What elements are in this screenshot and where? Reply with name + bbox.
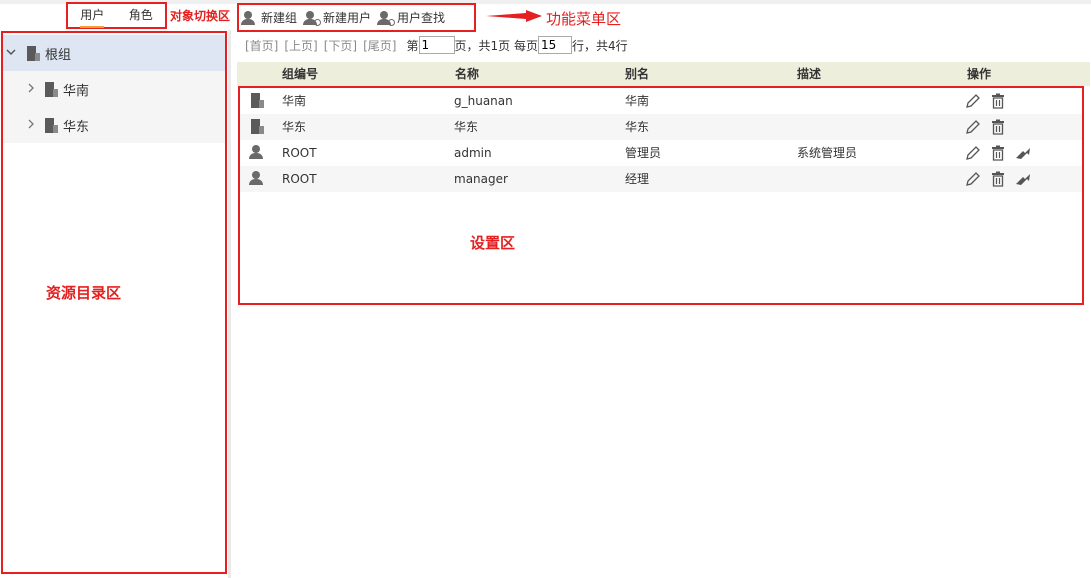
chevron-right-icon[interactable] xyxy=(23,83,39,96)
cell-name: manager xyxy=(454,172,508,186)
tree-item-huadong[interactable]: 华东 xyxy=(3,107,225,143)
delete-icon[interactable] xyxy=(990,171,1006,187)
user-add-icon xyxy=(303,10,322,26)
group-add-icon xyxy=(241,10,255,25)
table-row[interactable]: ROOT admin 管理员 系统管理员 xyxy=(240,140,1082,166)
find-user-button[interactable]: 用户查找 xyxy=(377,9,445,26)
edit-icon[interactable] xyxy=(965,93,981,109)
delete-icon[interactable] xyxy=(990,93,1006,109)
column-header-desc: 描述 xyxy=(797,67,822,81)
delete-icon[interactable] xyxy=(990,145,1006,161)
prev-page-link[interactable]: [上页] xyxy=(284,37,317,54)
annotation-toolbar-area: 功能菜单区 xyxy=(546,10,622,28)
first-page-link[interactable]: [首页] xyxy=(245,37,278,54)
cell-name: g_huanan xyxy=(454,94,513,108)
tree-item-label: 华东 xyxy=(63,119,90,135)
pagination-bar: [首页] [上页] [下页] [尾页] 第 页，共1页 每页 行，共4行 xyxy=(245,35,628,55)
column-header-alias: 别名 xyxy=(625,67,650,81)
tab-role[interactable]: 角色 xyxy=(117,4,166,27)
cell-alias: 经理 xyxy=(625,172,650,186)
edit-icon[interactable] xyxy=(965,171,981,187)
page-number-input[interactable] xyxy=(418,36,455,54)
delete-icon[interactable] xyxy=(990,119,1006,135)
cell-group-id: ROOT xyxy=(282,172,317,186)
user-icon xyxy=(249,171,263,185)
new-group-button[interactable]: 新建组 xyxy=(241,9,297,26)
per-page-input[interactable] xyxy=(537,36,572,54)
column-header-name: 名称 xyxy=(455,67,480,81)
group-icon xyxy=(27,45,40,61)
cell-group-id: 华东 xyxy=(282,120,307,134)
chevron-right-icon[interactable] xyxy=(23,119,39,132)
column-header-group-id: 组编号 xyxy=(282,67,319,81)
total-info: 行，共4行 xyxy=(571,38,628,53)
cell-alias: 管理员 xyxy=(625,146,662,160)
page-prefix: 第 xyxy=(406,38,419,53)
tree-item-huanan[interactable]: 华南 xyxy=(3,71,225,107)
assign-role-icon[interactable] xyxy=(1015,145,1031,161)
cell-group-id: 华南 xyxy=(282,94,307,108)
annotation-tab-area: 对象切换区 xyxy=(170,9,231,23)
user-search-icon xyxy=(377,10,396,26)
function-toolbar: 新建组 新建用户 用户查找 xyxy=(237,3,476,32)
annotation-sidebar-area: 资源目录区 xyxy=(46,284,122,302)
tab-user[interactable]: 用户 xyxy=(68,4,117,28)
object-switch-tabs: 用户 角色 xyxy=(66,2,167,29)
annotation-settings-area: 设置区 xyxy=(470,234,516,252)
cell-alias: 华南 xyxy=(625,94,650,108)
tree-item-root[interactable]: 根组 xyxy=(3,35,225,71)
group-icon xyxy=(251,93,264,108)
cell-name: 华东 xyxy=(454,120,479,134)
chevron-down-icon[interactable] xyxy=(3,47,19,60)
page-info: 页，共1页 每页 xyxy=(454,38,538,53)
cell-group-id: ROOT xyxy=(282,146,317,160)
group-icon xyxy=(45,117,58,133)
table-header: 组编号 名称 别名 描述 操作 xyxy=(237,62,1090,86)
table-row[interactable]: ROOT manager 经理 xyxy=(240,166,1082,192)
assign-role-icon[interactable] xyxy=(1015,171,1031,187)
last-page-link[interactable]: [尾页] xyxy=(363,37,396,54)
next-page-link[interactable]: [下页] xyxy=(324,37,357,54)
edit-icon[interactable] xyxy=(965,119,981,135)
cell-name: admin xyxy=(454,146,492,160)
annotation-arrow-icon xyxy=(486,10,542,22)
table-row[interactable]: 华南 g_huanan 华南 xyxy=(240,88,1082,114)
tree-item-label: 华南 xyxy=(63,83,90,99)
edit-icon[interactable] xyxy=(965,145,981,161)
user-icon xyxy=(249,145,263,159)
column-header-ops: 操作 xyxy=(967,67,992,81)
tree-item-label: 根组 xyxy=(45,47,72,63)
group-icon xyxy=(45,81,58,97)
new-user-button[interactable]: 新建用户 xyxy=(303,9,371,26)
cell-desc: 系统管理员 xyxy=(797,146,858,160)
group-icon xyxy=(251,119,264,134)
cell-alias: 华东 xyxy=(625,120,650,134)
table-row[interactable]: 华东 华东 华东 xyxy=(240,114,1082,140)
